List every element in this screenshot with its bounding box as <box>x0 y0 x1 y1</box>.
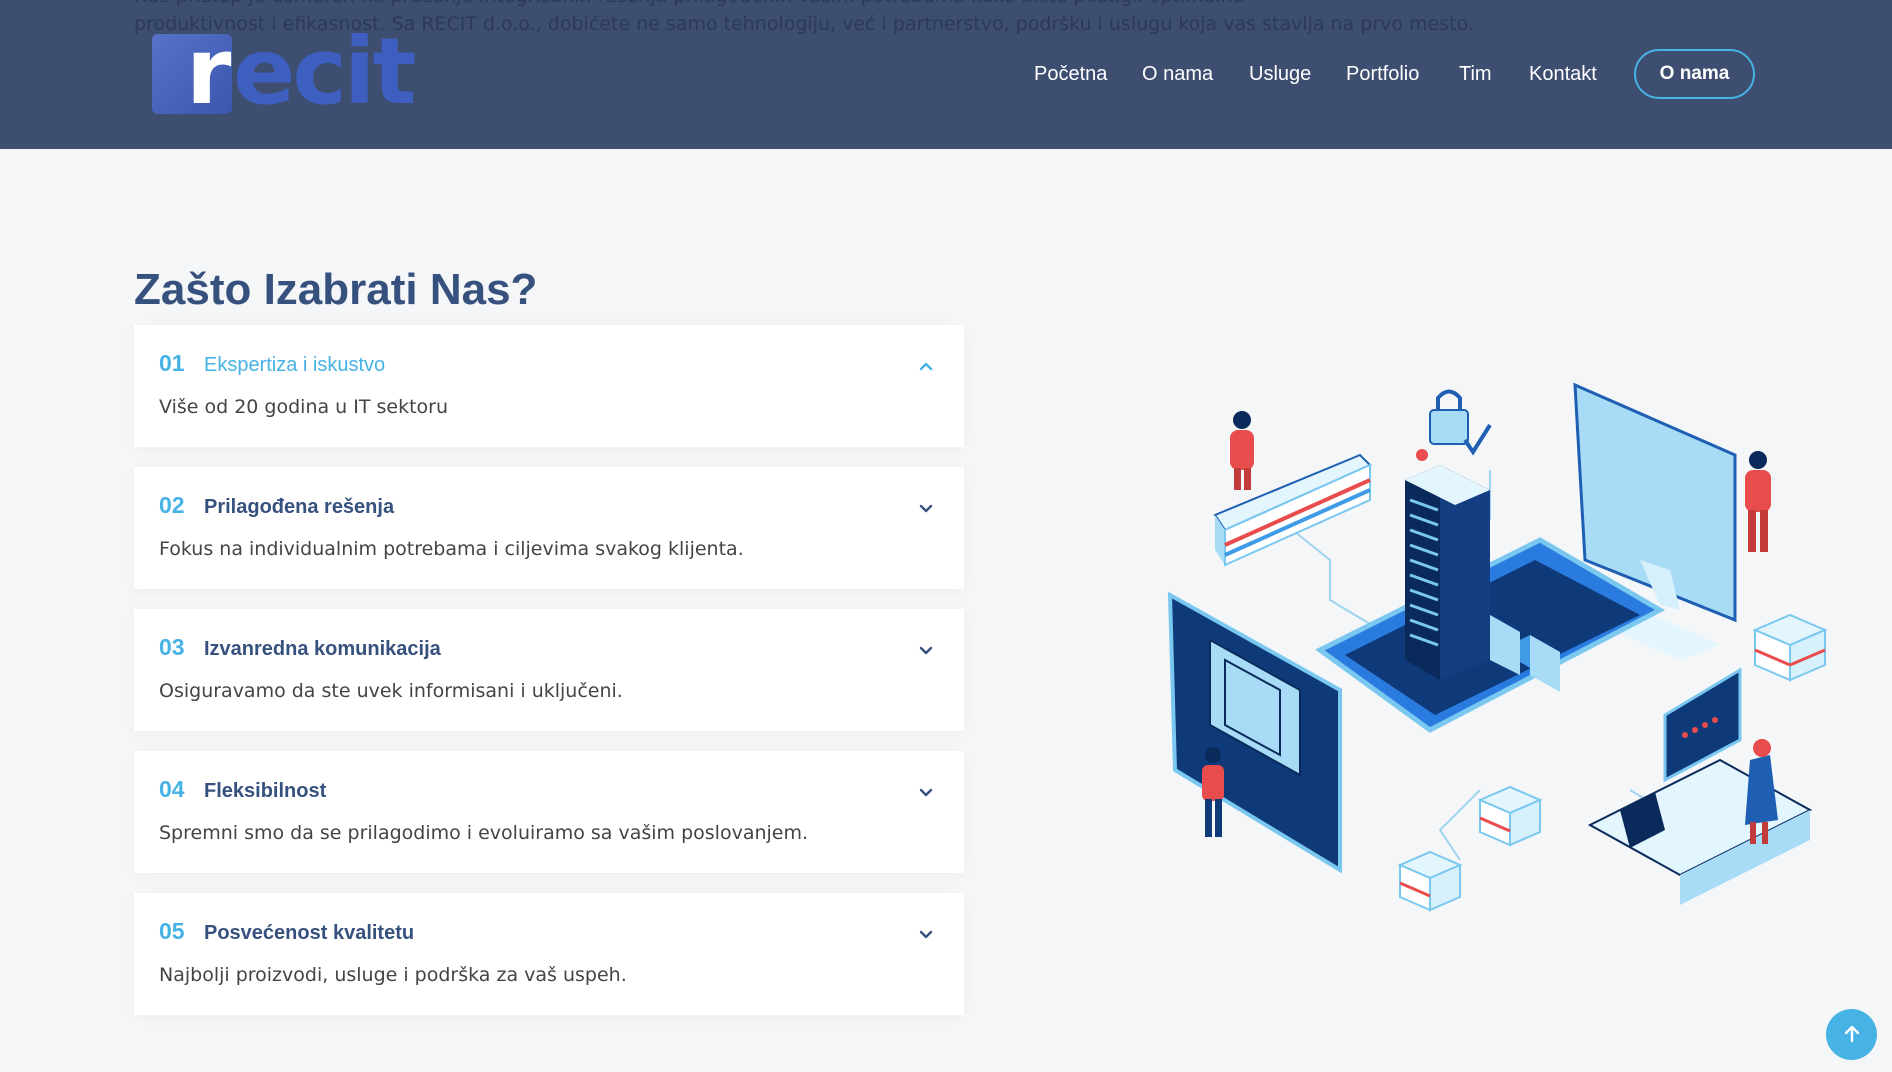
recit-logo[interactable]: r ecit <box>150 22 416 122</box>
laptop-desk <box>1587 758 1813 905</box>
server-cube <box>1477 785 1543 847</box>
person-figure <box>1230 411 1254 490</box>
blueprint-screen <box>1167 591 1342 874</box>
faq-answer: Fokus na individualnim potrebama i cilje… <box>159 538 744 560</box>
faq-question[interactable]: Fleksibilnost <box>204 777 326 805</box>
faq-question[interactable]: Ekspertiza i iskustvo <box>204 351 385 379</box>
scroll-top-button[interactable] <box>1826 1009 1877 1060</box>
nav-usluge[interactable]: Usluge <box>1249 52 1311 96</box>
faq-answer: Više od 20 godina u IT sektoru <box>159 396 449 418</box>
padlock-shape <box>1416 389 1492 461</box>
site-header: Naš pristup je usmeren na pružanje integ… <box>0 0 1892 149</box>
faq-number: 02 <box>159 492 185 518</box>
faq-item-1[interactable]: 01 Ekspertiza i iskustvo Više od 20 godi… <box>134 325 964 447</box>
faq-question[interactable]: Posvećenost kvalitetu <box>204 919 414 947</box>
nav-pocetna[interactable]: Početna <box>1034 52 1107 96</box>
server-cube <box>1397 850 1463 912</box>
review-panel <box>1663 667 1742 783</box>
faq-item-3[interactable]: 03 Izvanredna komunikacija Osiguravamo d… <box>134 609 964 731</box>
nav-o-nama[interactable]: O nama <box>1142 52 1213 96</box>
chevron-up-icon[interactable] <box>918 358 934 374</box>
faq-item-4[interactable]: 04 Fleksibilnost Spremni smo da se prila… <box>134 751 964 873</box>
skyscraper-shape <box>1405 465 1490 680</box>
nav-kontakt[interactable]: Kontakt <box>1529 52 1597 96</box>
isometric-it-illustration <box>1167 382 1828 912</box>
faq-item-5[interactable]: 05 Posvećenost kvalitetu Najbolji proizv… <box>134 893 964 1015</box>
section-title-light: Zašto Izabrati <box>134 265 430 314</box>
faq-number: 01 <box>159 350 185 376</box>
arrow-up-icon <box>1844 1025 1860 1043</box>
section-title-bold: Nas? <box>429 265 538 314</box>
faq-number: 05 <box>159 918 185 944</box>
o-nama-cta-button[interactable]: O nama <box>1634 49 1755 99</box>
chevron-down-icon[interactable] <box>918 642 934 658</box>
faq-answer: Spremni smo da se prilagodimo i evoluira… <box>159 822 809 844</box>
section-title: Zašto Izabrati Nas? <box>134 262 537 318</box>
chevron-down-icon[interactable] <box>918 500 934 516</box>
nav-tim[interactable]: Tim <box>1459 52 1492 96</box>
faq-answer: Osiguravamo da ste uvek informisani i uk… <box>159 680 623 702</box>
logo-letter: r <box>186 18 232 125</box>
logo-wordmark: ecit <box>233 18 416 125</box>
faq-number: 04 <box>159 776 185 802</box>
nav-portfolio[interactable]: Portfolio <box>1346 52 1419 96</box>
faq-question[interactable]: Izvanredna komunikacija <box>204 635 441 663</box>
faq-item-2[interactable]: 02 Prilagođena rešenja Fokus na individu… <box>134 467 964 589</box>
chevron-down-icon[interactable] <box>918 926 934 942</box>
server-cube <box>1752 613 1828 682</box>
faq-question[interactable]: Prilagođena rešenja <box>204 493 394 521</box>
faq-number: 03 <box>159 634 185 660</box>
person-figure <box>1745 451 1771 552</box>
faq-answer: Najbolji proizvodi, usluge i podrška za … <box>159 964 627 986</box>
chevron-down-icon[interactable] <box>918 784 934 800</box>
